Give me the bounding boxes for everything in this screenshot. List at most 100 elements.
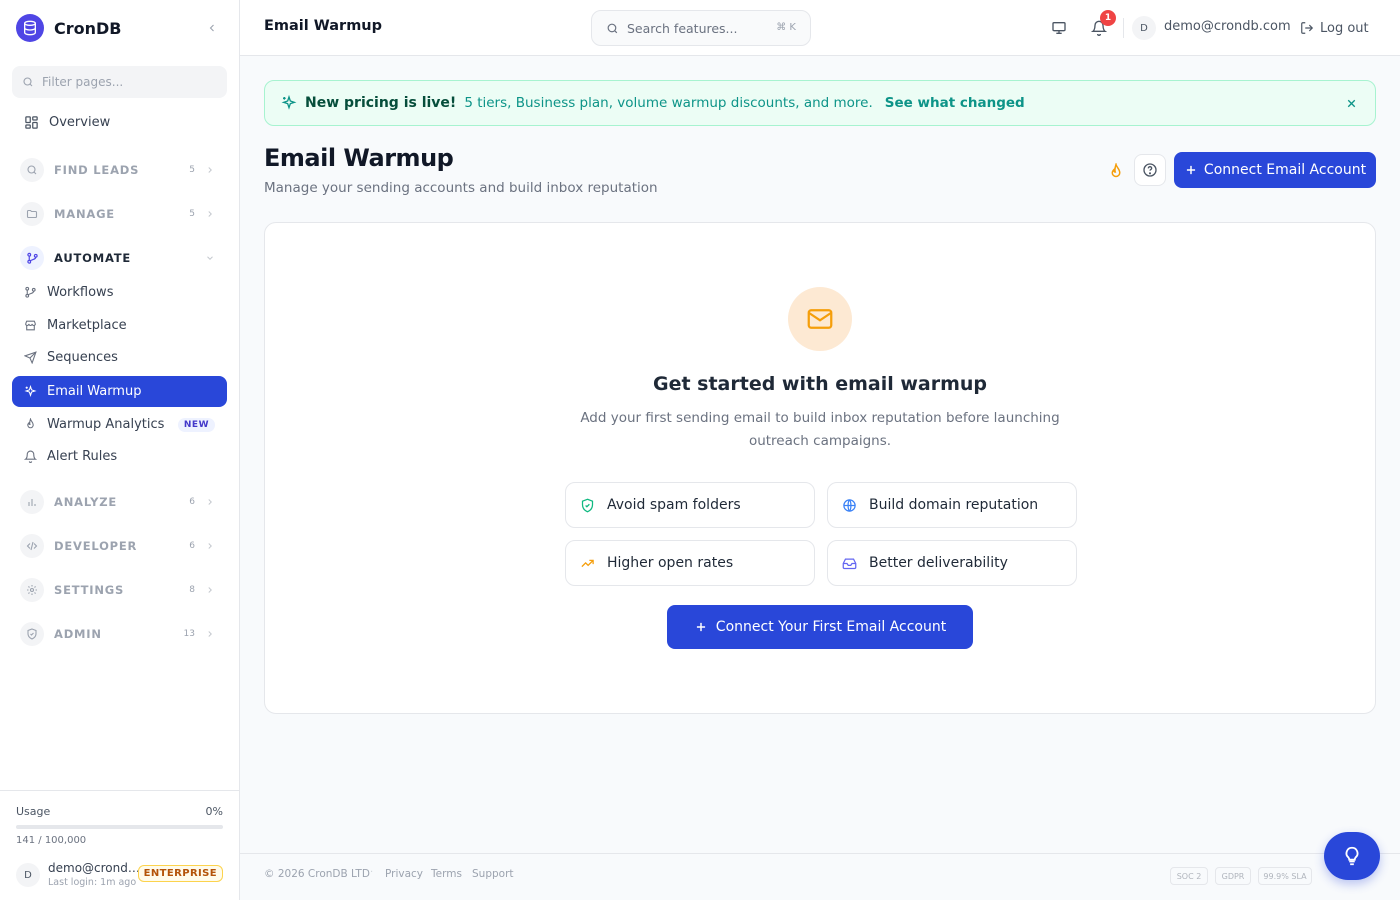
chevron-right-icon (208, 543, 212, 549)
logout-icon (1301, 22, 1314, 34)
search-icon (23, 77, 33, 87)
usage-progress-bar (16, 825, 223, 829)
search-placeholder: Search features... (627, 20, 738, 36)
top-bar-title: Email Warmup (264, 18, 383, 34)
sidebar-item-label: Workflows (47, 285, 114, 300)
inbox-icon (842, 558, 857, 569)
search-features-input[interactable]: Search features... ⌘ K (591, 10, 811, 46)
usage-percent: 0% (205, 805, 223, 818)
last-login: Last login: 1m ago (48, 877, 137, 888)
dismiss-banner-button[interactable] (1343, 95, 1359, 111)
cta-label: Connect Your First Email Account (715, 619, 947, 635)
section-label: MANAGE (54, 207, 115, 221)
close-icon (1347, 99, 1355, 107)
top-bar: Email Warmup Search features... ⌘ K 1 D … (240, 0, 1400, 56)
sidebar-section-analyze[interactable]: ANALYZE 6 (12, 485, 227, 519)
empty-state-description: Add your first sending email to build in… (580, 410, 1060, 449)
see-what-changed-link[interactable]: See what changed (885, 95, 1025, 111)
brand[interactable]: CronDB (16, 14, 122, 42)
copyright: © 2026 CronDB LTD (264, 868, 370, 880)
feature-deliverability: Better deliverability (827, 540, 1077, 586)
section-label: DEVELOPER (54, 539, 138, 553)
git-branch-icon-wrap (20, 246, 44, 270)
section-count: 6 (189, 497, 195, 507)
sidebar-section-manage[interactable]: MANAGE 5 (12, 197, 227, 231)
code-icon-wrap (20, 534, 44, 558)
sidebar-item-marketplace[interactable]: Marketplace (12, 310, 227, 341)
section-label: SETTINGS (54, 583, 125, 597)
bar-chart-icon (28, 499, 36, 506)
sidebar-item-sequences[interactable]: Sequences (12, 342, 227, 373)
gear-icon (27, 585, 37, 595)
code-icon (26, 541, 38, 551)
bar-chart-icon-wrap (20, 490, 44, 514)
chevron-right-icon (208, 587, 212, 593)
filter-pages-input[interactable] (42, 75, 212, 89)
sidebar-section-automate[interactable]: AUTOMATE (12, 241, 227, 275)
section-label: ANALYZE (54, 495, 118, 509)
sla-badge: 99.9% SLA (1258, 867, 1312, 885)
empty-state-title: Get started with email warmup (652, 373, 988, 395)
git-branch-icon (26, 252, 38, 264)
shield-check-icon (581, 498, 594, 512)
banner-text: 5 tiers, Business plan, volume warmup di… (464, 95, 873, 111)
bell-icon (24, 450, 37, 463)
collapse-sidebar-button[interactable] (202, 18, 222, 38)
logout-button[interactable]: Log out (1300, 16, 1369, 40)
sidebar-item-label: Sequences (47, 350, 118, 365)
sidebar-item-workflows[interactable]: Workflows (12, 277, 227, 308)
plan-badge: ENTERPRISE (137, 865, 223, 882)
new-badge: NEW (177, 418, 215, 432)
search-icon (27, 165, 37, 175)
sidebar-section-developer[interactable]: DEVELOPER 6 (12, 529, 227, 563)
shield-icon (27, 628, 37, 640)
pricing-banner: New pricing is live! 5 tiers, Business p… (264, 80, 1376, 126)
feature-label: Higher open rates (607, 555, 734, 571)
grid-icon (25, 116, 38, 129)
git-branch-icon (25, 286, 36, 298)
account-email[interactable]: demo@crondb.com (1164, 19, 1291, 34)
connect-first-email-account-button[interactable]: Connect Your First Email Account (667, 605, 973, 649)
sidebar-section-admin[interactable]: ADMIN 13 (12, 617, 227, 651)
privacy-link[interactable]: Privacy (385, 868, 423, 880)
gear-icon-wrap (20, 578, 44, 602)
lightbulb-icon (1345, 846, 1359, 866)
monitor-icon (1052, 21, 1066, 34)
sidebar-item-overview[interactable]: Overview (12, 107, 227, 138)
page-title: Email Warmup (264, 144, 454, 172)
sidebar-section-find-leads[interactable]: FIND LEADS 5 (12, 153, 227, 187)
sidebar-item-warmup-analytics[interactable]: Warmup Analytics NEW (12, 409, 227, 440)
flame-icon (27, 418, 34, 429)
chevron-down-icon (207, 256, 213, 260)
sidebar-item-label: Overview (49, 115, 111, 130)
support-link[interactable]: Support (472, 868, 514, 880)
usage-panel: Usage 0% 141 / 100,000 D demo@crondb.com… (0, 790, 239, 900)
database-logo-icon (16, 14, 44, 42)
help-button[interactable] (1134, 154, 1166, 186)
empty-state-card: Get started with email warmup Add your f… (264, 222, 1376, 714)
connect-email-account-button[interactable]: Connect Email Account (1174, 152, 1376, 188)
sidebar-item-email-warmup[interactable]: Email Warmup (12, 376, 227, 407)
avatar: D (16, 863, 40, 887)
terms-link[interactable]: Terms (431, 868, 462, 880)
sidebar-section-settings[interactable]: SETTINGS 8 (12, 573, 227, 607)
feature-avoid-spam: Avoid spam folders (565, 482, 815, 528)
brand-name: CronDB (54, 18, 122, 38)
notification-count-badge: 1 (1100, 10, 1116, 26)
mail-icon (788, 287, 852, 351)
sidebar-item-alert-rules[interactable]: Alert Rules (12, 441, 227, 472)
avatar[interactable]: D (1132, 16, 1156, 40)
sidebar-item-label: Marketplace (47, 318, 127, 333)
shield-icon-wrap (20, 622, 44, 646)
globe-icon (843, 498, 856, 512)
tips-button[interactable] (1324, 832, 1380, 880)
user-profile[interactable]: D demo@crondb.com Last login: 1m ago ENT… (16, 861, 223, 889)
banner-title: New pricing is live! (305, 95, 457, 111)
sidebar-item-label: Email Warmup (47, 384, 142, 399)
chevron-right-icon (208, 631, 212, 637)
send-icon (24, 351, 37, 364)
warmup-status-button[interactable] (1102, 158, 1130, 186)
chevron-right-icon (208, 167, 212, 173)
display-button[interactable] (1047, 16, 1071, 40)
section-count: 6 (189, 541, 195, 551)
